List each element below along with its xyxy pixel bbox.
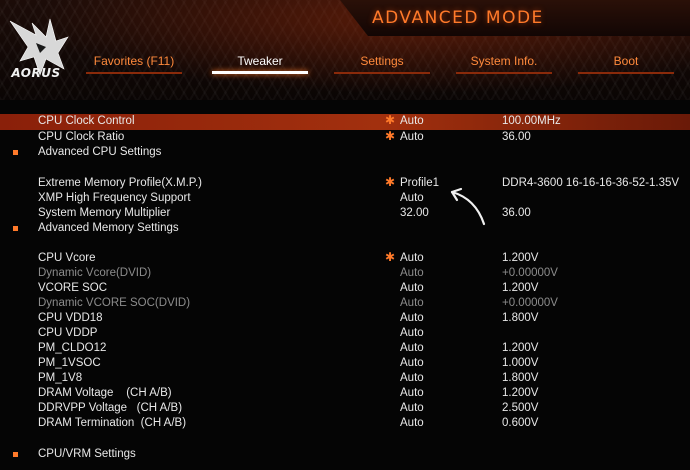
setting-label: PM_1V8 <box>38 372 83 384</box>
setting-label: Dynamic VCORE SOC(DVID) <box>38 297 191 309</box>
setting-value[interactable]: Auto <box>400 251 424 266</box>
setting-row-cpu-vdd18[interactable]: CPU VDD18 Auto 1.800V <box>0 311 690 326</box>
star-icon: ✱ <box>385 129 396 143</box>
setting-current: 36.00 <box>502 207 531 219</box>
star-icon: ✱ <box>385 250 396 264</box>
setting-current: 1.200V <box>502 282 539 294</box>
setting-row-vcore-soc[interactable]: VCORE SOC Auto 1.200V <box>0 281 690 296</box>
setting-row-dynamic-vcore-soc: Dynamic VCORE SOC(DVID) Auto +0.00000V <box>0 296 690 311</box>
setting-value[interactable]: Auto <box>400 114 424 129</box>
setting-row-cpu-clock-control[interactable]: CPU Clock Control ✱ Auto 100.00MHz <box>0 113 690 130</box>
setting-value[interactable]: Auto <box>400 341 424 356</box>
tab-settings[interactable]: Settings <box>328 52 436 76</box>
setting-row-pm-1vsoc[interactable]: PM_1VSOC Auto 1.000V <box>0 356 690 371</box>
setting-row-ddrvpp-voltage[interactable]: DDRVPP Voltage (CH A/B) Auto 2.500V <box>0 401 690 416</box>
setting-value[interactable]: Auto <box>400 356 424 371</box>
setting-label: CPU Vcore <box>38 252 96 264</box>
setting-label: PM_CLDO12 <box>38 342 107 354</box>
setting-row-cpu-vcore[interactable]: CPU Vcore ✱ Auto 1.200V <box>0 250 690 266</box>
section-label: Advanced CPU Settings <box>38 146 162 158</box>
setting-label: CPU Clock Control <box>38 115 135 127</box>
section-label: Advanced Memory Settings <box>38 222 179 234</box>
setting-label: CPU Clock Ratio <box>38 131 125 143</box>
setting-row-dram-voltage[interactable]: DRAM Voltage (CH A/B) Auto 1.200V <box>0 386 690 401</box>
setting-value[interactable]: Profile1 <box>400 176 439 191</box>
setting-value[interactable]: Auto <box>400 130 424 145</box>
setting-row-cpu-vddp[interactable]: CPU VDDP Auto <box>0 326 690 341</box>
setting-current: 1.200V <box>502 252 539 264</box>
setting-label: CPU VDDP <box>38 327 98 339</box>
setting-current: 1.000V <box>502 357 539 369</box>
setting-current: +0.00000V <box>502 267 558 279</box>
setting-current: 1.200V <box>502 387 539 399</box>
setting-value[interactable]: Auto <box>400 281 424 296</box>
setting-value[interactable]: Auto <box>400 371 424 386</box>
section-bullet-icon <box>13 452 18 457</box>
setting-row-dynamic-vcore: Dynamic Vcore(DVID) Auto +0.00000V <box>0 266 690 281</box>
star-icon: ✱ <box>385 113 396 127</box>
setting-current: 1.200V <box>502 342 539 354</box>
setting-value[interactable]: 32.00 <box>400 206 429 221</box>
setting-value[interactable]: Auto <box>400 416 424 431</box>
setting-value: Auto <box>400 297 424 309</box>
setting-row-memory-multiplier[interactable]: System Memory Multiplier 32.00 36.00 <box>0 206 690 221</box>
tab-system-info[interactable]: System Info. <box>450 52 558 76</box>
tab-favorites[interactable]: Favorites (F11) <box>80 52 188 76</box>
setting-current: DDR4-3600 16-16-16-36-52-1.35V <box>502 177 680 189</box>
setting-row-pm-cldo12[interactable]: PM_CLDO12 Auto 1.200V <box>0 341 690 356</box>
section-advanced-cpu-settings[interactable]: Advanced CPU Settings <box>0 145 690 160</box>
setting-row-xmp-high-frequency[interactable]: XMP High Frequency Support Auto <box>0 191 690 206</box>
tab-tweaker[interactable]: Tweaker <box>206 52 314 76</box>
setting-label: XMP High Frequency Support <box>38 192 191 204</box>
setting-value[interactable]: Auto <box>400 311 424 326</box>
section-bullet-icon <box>13 226 18 231</box>
page-title: ADVANCED MODE <box>372 8 544 28</box>
setting-value[interactable]: Auto <box>400 191 424 206</box>
setting-label: DRAM Termination (CH A/B) <box>38 417 187 429</box>
setting-row-dram-termination[interactable]: DRAM Termination (CH A/B) Auto 0.600V <box>0 416 690 431</box>
setting-label: System Memory Multiplier <box>38 207 171 219</box>
tab-bar: Favorites (F11) Tweaker Settings System … <box>80 52 690 76</box>
setting-row-xmp[interactable]: Extreme Memory Profile(X.M.P.) ✱ Profile… <box>0 175 690 191</box>
setting-label: PM_1VSOC <box>38 357 101 369</box>
setting-current: 2.500V <box>502 402 539 414</box>
header-bar: AORUS ADVANCED MODE Favorites (F11) Twea… <box>0 0 690 100</box>
setting-row-pm-1v8[interactable]: PM_1V8 Auto 1.800V <box>0 371 690 386</box>
star-icon: ✱ <box>385 175 396 189</box>
setting-label: VCORE SOC <box>38 282 108 294</box>
section-cpu-vrm-settings[interactable]: CPU/VRM Settings <box>0 447 690 462</box>
pointer-arrow-icon <box>450 187 486 226</box>
setting-label: Extreme Memory Profile(X.M.P.) <box>38 177 203 189</box>
setting-row-cpu-clock-ratio[interactable]: CPU Clock Ratio ✱ Auto 36.00 <box>0 129 690 145</box>
setting-label: DDRVPP Voltage (CH A/B) <box>38 402 183 414</box>
setting-value[interactable]: Auto <box>400 386 424 401</box>
setting-label: DRAM Voltage (CH A/B) <box>38 387 172 399</box>
setting-current: 1.800V <box>502 312 539 324</box>
setting-current: 0.600V <box>502 417 539 429</box>
setting-value[interactable]: Auto <box>400 326 424 341</box>
setting-label: Dynamic Vcore(DVID) <box>38 267 152 279</box>
section-label: CPU/VRM Settings <box>38 448 136 460</box>
setting-value: Auto <box>400 267 424 279</box>
setting-value[interactable]: Auto <box>400 401 424 416</box>
section-advanced-memory-settings[interactable]: Advanced Memory Settings <box>0 221 690 236</box>
tab-boot[interactable]: Boot <box>572 52 680 76</box>
setting-current: 1.800V <box>502 372 539 384</box>
setting-current: 100.00MHz <box>502 115 561 127</box>
setting-current: 36.00 <box>502 131 531 143</box>
section-bullet-icon <box>13 150 18 155</box>
setting-label: CPU VDD18 <box>38 312 103 324</box>
logo-text: AORUS <box>11 66 61 80</box>
setting-current: +0.00000V <box>502 297 558 309</box>
